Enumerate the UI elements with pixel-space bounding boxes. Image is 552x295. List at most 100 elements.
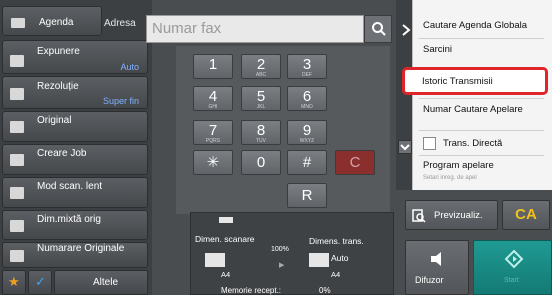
job-build-icon (10, 154, 24, 166)
key-5-sub: JKL (256, 104, 266, 110)
clear-all-label: CA (515, 206, 537, 223)
clear-key-label: C (349, 154, 361, 171)
divider (419, 130, 544, 131)
speaker-icon (431, 252, 441, 266)
key-6-sub: MNO (301, 104, 313, 110)
exposure-value: Auto (120, 62, 139, 72)
resolution-icon (10, 88, 24, 100)
key-9[interactable]: 9 WXYZ (287, 120, 327, 145)
scan-status-panel: Dimen. scanare Dimens. trans. 100% ▶ Aut… (190, 212, 394, 295)
key-0[interactable]: 0 (241, 150, 281, 175)
key-6[interactable]: 6 MNO (287, 86, 327, 111)
key-5-label: 5 (256, 88, 266, 105)
memory-value: 0% (319, 286, 331, 295)
fax-number-input[interactable]: Numar fax (146, 15, 364, 43)
check-button[interactable]: ✓ (28, 270, 52, 295)
favorites-button[interactable]: ★ (2, 270, 26, 295)
slow-scan-icon (10, 187, 24, 199)
key-3-label: 3 (302, 56, 312, 73)
scan-paper-icon (205, 253, 225, 267)
slow-scan-button[interactable]: Mod scan. lent (2, 177, 148, 208)
scan-size-label: Dimen. scanare (195, 234, 255, 244)
chevron-down-icon (400, 144, 410, 151)
resolution-label: Rezoluție (37, 81, 79, 92)
send-paper-icon (309, 253, 329, 267)
key-7[interactable]: 7 PQRS (193, 120, 233, 145)
number-search-dial[interactable]: Numar Cautare Apelare (423, 104, 533, 115)
slow-scan-label: Mod scan. lent (37, 181, 103, 192)
exposure-label: Expunere (37, 46, 80, 57)
key-4[interactable]: 4 GHI (193, 86, 233, 111)
key-1-label: 1 (208, 56, 218, 73)
send-paper-value: A4 (331, 270, 341, 279)
key-3[interactable]: 3 DEF (287, 54, 327, 79)
preview-icon (412, 209, 426, 223)
direct-tx-label: Trans. Directă (443, 138, 503, 149)
start-label: Start (504, 277, 519, 284)
program-dial-item[interactable]: Program apelare (423, 160, 494, 171)
key-1[interactable]: 1 (193, 54, 233, 79)
mixed-size-icon (10, 220, 24, 232)
key-star-label: ✳ (206, 154, 220, 171)
key-star[interactable]: ✳ (193, 150, 233, 175)
key-5[interactable]: 5 JKL (241, 86, 281, 111)
speaker-button[interactable]: Difuzor (405, 240, 469, 295)
other-label: Altele (93, 277, 119, 288)
scan-paper-value: A4 (221, 270, 231, 279)
key-9-sub: WXYZ (299, 138, 315, 144)
key-8-sub: TUV (256, 138, 266, 144)
send-size-value: Auto (331, 253, 349, 263)
clear-all-button[interactable]: CA (502, 200, 550, 230)
address-book-icon (11, 18, 25, 28)
exposure-button[interactable]: Expunere Auto (2, 40, 148, 74)
key-0-label: 0 (256, 154, 266, 171)
address-label: Adresa (104, 18, 136, 29)
program-dial-sub: Setari inreg. de apel (423, 175, 477, 181)
agenda-label: Agenda (39, 17, 74, 28)
clear-key[interactable]: C (335, 150, 375, 175)
key-6-label: 6 (302, 88, 312, 105)
fax-placeholder: Numar fax (152, 20, 222, 37)
key-8-label: 8 (256, 122, 266, 139)
tx-history-label: Istoric Transmisii (422, 76, 493, 87)
send-size-label: Dimens. trans. (309, 236, 364, 246)
other-button[interactable]: Altele (54, 270, 148, 295)
scanner-icon (219, 217, 233, 223)
chevron-right-icon (402, 24, 411, 36)
original-button[interactable]: Original (2, 111, 148, 142)
agenda-button[interactable]: Agenda (2, 6, 102, 36)
check-icon: ✓ (35, 274, 46, 289)
arrow-icon: ▶ (279, 262, 285, 269)
divider (419, 98, 544, 99)
mixed-size-button[interactable]: Dim.mixtă orig (2, 210, 148, 240)
global-address-search[interactable]: Cautare Agenda Globala (423, 20, 527, 31)
direct-tx-checkbox[interactable] (423, 137, 436, 150)
memory-label: Memorie recept.: (221, 286, 282, 295)
key-9-label: 9 (302, 122, 312, 139)
mixed-size-label: Dim.mixtă orig (37, 214, 101, 225)
key-2[interactable]: 2 ABC (241, 54, 281, 79)
original-icon (10, 121, 24, 133)
resolution-button[interactable]: Rezoluție Super fin (2, 76, 148, 109)
job-build-button[interactable]: Creare Job (2, 144, 148, 175)
jobs-item[interactable]: Sarcini (423, 44, 452, 55)
key-hash[interactable]: # (287, 150, 327, 175)
search-icon (372, 22, 386, 36)
preview-button[interactable]: Previzualiz. (405, 200, 498, 230)
key-7-label: 7 (208, 122, 218, 139)
original-count-icon (10, 250, 24, 262)
search-button[interactable] (364, 15, 392, 43)
divider (419, 38, 544, 39)
exposure-icon (10, 55, 24, 67)
key-8[interactable]: 8 TUV (241, 120, 281, 145)
collapse-button[interactable] (398, 140, 412, 154)
original-count-label: Numarare Originale (37, 243, 125, 254)
tx-history-item[interactable]: Istoric Transmisii (402, 67, 548, 95)
key-7-sub: PQRS (205, 138, 221, 144)
key-4-sub: GHI (208, 104, 218, 110)
key-4-label: 4 (208, 88, 218, 105)
key-r[interactable]: R (287, 183, 327, 208)
start-button[interactable]: Start (473, 240, 552, 295)
speaker-label: Difuzor (415, 275, 444, 285)
original-count-button[interactable]: Numarare Originale (2, 242, 148, 268)
